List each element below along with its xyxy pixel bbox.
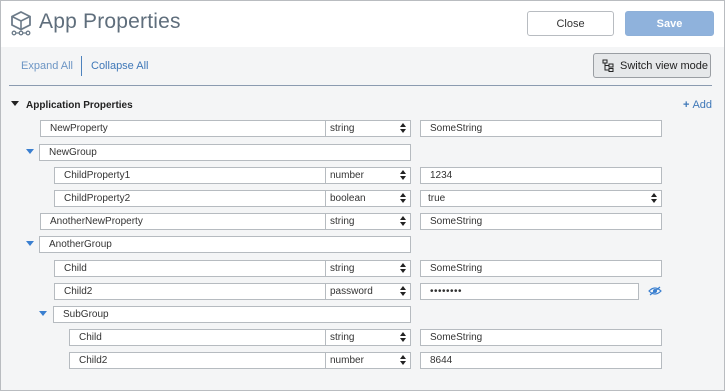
switch-view-mode-label: Switch view mode	[620, 59, 709, 72]
property-type-select[interactable]: number	[325, 167, 411, 184]
property-type-value: string	[330, 216, 355, 227]
property-name-input[interactable]: ChildProperty1	[54, 167, 326, 184]
property-type-select[interactable]: number	[325, 352, 411, 369]
property-value: true	[428, 193, 446, 204]
property-name-input[interactable]: Child	[54, 260, 326, 277]
property-name-input[interactable]: Child2	[54, 283, 326, 300]
group-collapse-caret-icon[interactable]	[26, 149, 34, 154]
plus-icon: +	[683, 99, 690, 111]
property-value-input[interactable]: SomeString	[420, 213, 662, 230]
property-value-input[interactable]: SomeString	[420, 260, 662, 277]
divider	[9, 85, 712, 86]
property-name-input[interactable]: Child	[69, 329, 326, 346]
toolbar: Expand All Collapse All Switch view mode	[1, 47, 724, 85]
add-property-button[interactable]: + Add	[683, 99, 712, 111]
property-type-select[interactable]: password	[325, 283, 411, 300]
group-name-input[interactable]: NewGroup	[39, 144, 411, 161]
property-type-select[interactable]: string	[325, 120, 411, 137]
property-type-value: boolean	[330, 193, 366, 204]
password-value-input[interactable]: ••••••••	[420, 283, 639, 300]
select-arrows-icon	[400, 286, 406, 297]
group-collapse-caret-icon[interactable]	[39, 311, 47, 316]
group-name-input[interactable]: SubGroup	[53, 306, 411, 323]
group-name-input[interactable]: AnotherGroup	[39, 236, 411, 253]
property-type-select[interactable]: string	[325, 260, 411, 277]
property-type-value: number	[330, 355, 364, 366]
page-title: App Properties	[39, 10, 181, 33]
select-arrows-icon	[400, 216, 406, 227]
expand-all-link[interactable]: Expand All	[21, 60, 73, 72]
add-label: Add	[692, 99, 713, 111]
property-name-input[interactable]: AnotherNewProperty	[40, 213, 326, 230]
collapse-all-link[interactable]: Collapse All	[91, 60, 148, 72]
save-button[interactable]: Save	[625, 11, 714, 36]
property-value-input[interactable]: 1234	[420, 167, 662, 184]
property-type-value: string	[330, 263, 355, 274]
header: App Properties Close Save	[1, 1, 724, 47]
app-package-icon	[11, 10, 31, 36]
select-arrows-icon	[400, 355, 406, 366]
select-arrows-icon	[651, 193, 657, 204]
property-type-value: string	[330, 332, 355, 343]
property-type-select[interactable]: string	[325, 329, 411, 346]
show-password-icon[interactable]	[648, 286, 662, 296]
toolbar-divider	[81, 56, 82, 76]
property-value-select[interactable]: true	[420, 190, 662, 207]
property-name-input[interactable]: NewProperty	[40, 120, 326, 137]
tree-view-icon	[602, 59, 614, 72]
property-type-select[interactable]: string	[325, 213, 411, 230]
select-arrows-icon	[400, 170, 406, 181]
select-arrows-icon	[400, 332, 406, 343]
property-value-input[interactable]: SomeString	[420, 120, 662, 137]
select-arrows-icon	[400, 123, 406, 134]
property-value-input[interactable]: 8644	[420, 352, 662, 369]
switch-view-mode-button[interactable]: Switch view mode	[593, 53, 711, 78]
close-button[interactable]: Close	[527, 11, 614, 36]
group-collapse-caret-icon[interactable]	[26, 241, 34, 246]
select-arrows-icon	[400, 193, 406, 204]
property-type-value: string	[330, 123, 355, 134]
app-properties-window: App Properties Close Save Expand All Col…	[0, 0, 725, 391]
select-arrows-icon	[400, 263, 406, 274]
property-value-input[interactable]: SomeString	[420, 329, 662, 346]
property-type-select[interactable]: boolean	[325, 190, 411, 207]
property-name-input[interactable]: ChildProperty2	[54, 190, 326, 207]
section-title: Application Properties	[26, 100, 133, 111]
section-collapse-caret-icon[interactable]	[11, 101, 19, 106]
property-name-input[interactable]: Child2	[69, 352, 326, 369]
property-type-value: number	[330, 170, 364, 181]
property-type-value: password	[330, 286, 373, 297]
